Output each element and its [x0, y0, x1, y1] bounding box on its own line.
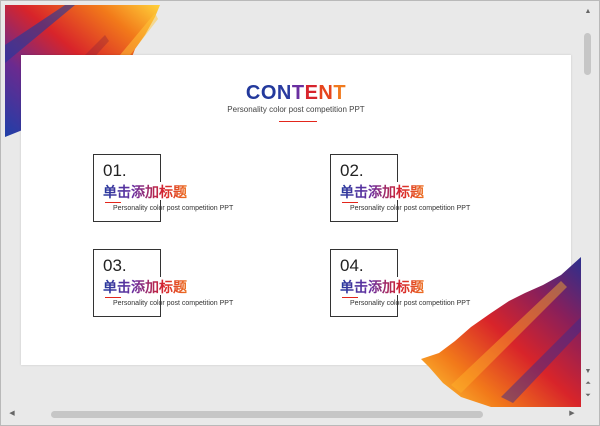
- card-heading[interactable]: 单击添加标题: [103, 182, 190, 202]
- agenda-card-04[interactable]: 04. 单击添加标题 Personality color post compet…: [330, 249, 520, 321]
- card-description: Personality color post competition PPT: [350, 300, 471, 307]
- title-letter: N: [318, 82, 334, 104]
- slide-canvas[interactable]: CONTENT Personality color post competiti…: [5, 5, 581, 407]
- horizontal-scroll-thumb[interactable]: [51, 411, 483, 418]
- title-letter: T: [291, 82, 305, 104]
- card-number: 04.: [340, 256, 366, 276]
- title-letter: C: [245, 82, 261, 104]
- card-number: 01.: [103, 161, 129, 181]
- card-description: Personality color post competition PPT: [350, 205, 471, 212]
- card-heading[interactable]: 单击添加标题: [340, 182, 427, 202]
- title-letter: T: [333, 82, 347, 104]
- content-subtitle: Personality color post competition PPT: [227, 105, 365, 114]
- agenda-card-03[interactable]: 03. 单击添加标题 Personality color post compet…: [93, 249, 283, 321]
- triangle-right-icon[interactable]: ▶: [567, 409, 577, 419]
- double-chevron-down-icon[interactable]: ⏷: [583, 391, 593, 401]
- agenda-card-01[interactable]: 01. 单击添加标题 Personality color post compet…: [93, 154, 283, 226]
- card-underline: [342, 202, 358, 203]
- card-description: Personality color post competition PPT: [113, 205, 234, 212]
- vertical-scrollbar[interactable]: ▲ ▼ ⏶ ⏷: [581, 5, 595, 407]
- triangle-down-icon[interactable]: ▼: [583, 367, 593, 377]
- slide[interactable]: CONTENT Personality color post competiti…: [21, 55, 571, 365]
- title-letter: N: [276, 82, 292, 104]
- title-letter: O: [260, 82, 277, 104]
- card-number: 02.: [340, 161, 366, 181]
- card-description: Personality color post competition PPT: [113, 300, 234, 307]
- agenda-card-02[interactable]: 02. 单击添加标题 Personality color post compet…: [330, 154, 520, 226]
- triangle-left-icon[interactable]: ◀: [7, 409, 17, 419]
- content-title: CONTENT: [21, 82, 571, 105]
- card-underline: [105, 202, 121, 203]
- card-number: 03.: [103, 256, 129, 276]
- card-underline: [105, 297, 121, 298]
- vertical-scroll-thumb[interactable]: [584, 33, 591, 75]
- double-chevron-up-icon[interactable]: ⏶: [583, 379, 593, 389]
- horizontal-scrollbar[interactable]: ◀ ▶: [5, 407, 581, 421]
- card-heading[interactable]: 单击添加标题: [103, 277, 190, 297]
- card-underline: [342, 297, 358, 298]
- title-letter: E: [304, 82, 319, 104]
- triangle-up-icon[interactable]: ▲: [583, 7, 593, 17]
- card-heading[interactable]: 单击添加标题: [340, 277, 427, 297]
- presentation-window: CONTENT Personality color post competiti…: [0, 0, 600, 426]
- title-underline: [279, 121, 317, 122]
